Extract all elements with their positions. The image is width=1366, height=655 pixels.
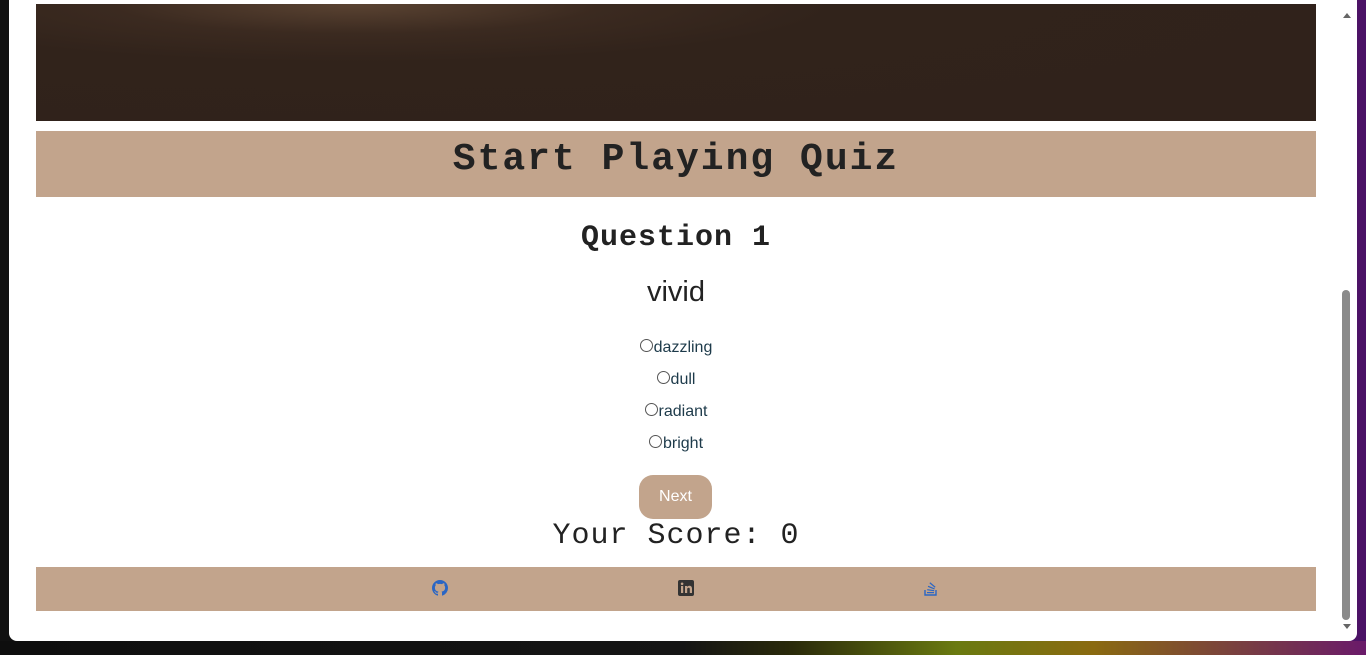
hero-title-band: Start Playing Quiz xyxy=(36,131,1316,197)
answer-label: dull xyxy=(670,371,696,388)
answer-label: dazzling xyxy=(653,339,713,356)
radio-button[interactable] xyxy=(639,338,653,352)
radio-button[interactable] xyxy=(644,402,658,416)
scroll-up-arrow-icon[interactable] xyxy=(1343,13,1351,18)
answer-label: radiant xyxy=(658,403,708,420)
github-icon[interactable] xyxy=(432,580,448,596)
answer-options: dazzling dull radiant bright xyxy=(36,332,1316,460)
footer xyxy=(36,567,1316,611)
hero-image xyxy=(36,4,1316,121)
radio-button[interactable] xyxy=(648,434,662,448)
browser-window: Start Playing Quiz Question 1 vivid dazz… xyxy=(9,0,1357,641)
answer-option-dull[interactable]: dull xyxy=(36,364,1316,396)
quiz-word: vivid xyxy=(646,276,705,308)
linkedin-icon[interactable] xyxy=(678,580,694,596)
question-number: Question 1 xyxy=(580,221,772,255)
vertical-scrollbar[interactable] xyxy=(1339,4,1355,636)
scroll-down-arrow-icon[interactable] xyxy=(1343,624,1351,629)
stack-overflow-icon[interactable] xyxy=(923,580,939,596)
answer-option-dazzling[interactable]: dazzling xyxy=(36,332,1316,364)
page-title: Start Playing Quiz xyxy=(452,137,900,181)
scroll-thumb[interactable] xyxy=(1342,290,1350,620)
answer-option-radiant[interactable]: radiant xyxy=(36,396,1316,428)
next-button[interactable]: Next xyxy=(639,475,712,519)
radio-button[interactable] xyxy=(656,370,670,384)
desktop-bottom-strip xyxy=(0,641,1366,655)
score-display: Your Score: 0 xyxy=(552,519,800,553)
answer-option-bright[interactable]: bright xyxy=(36,428,1316,460)
answer-label: bright xyxy=(662,435,704,452)
